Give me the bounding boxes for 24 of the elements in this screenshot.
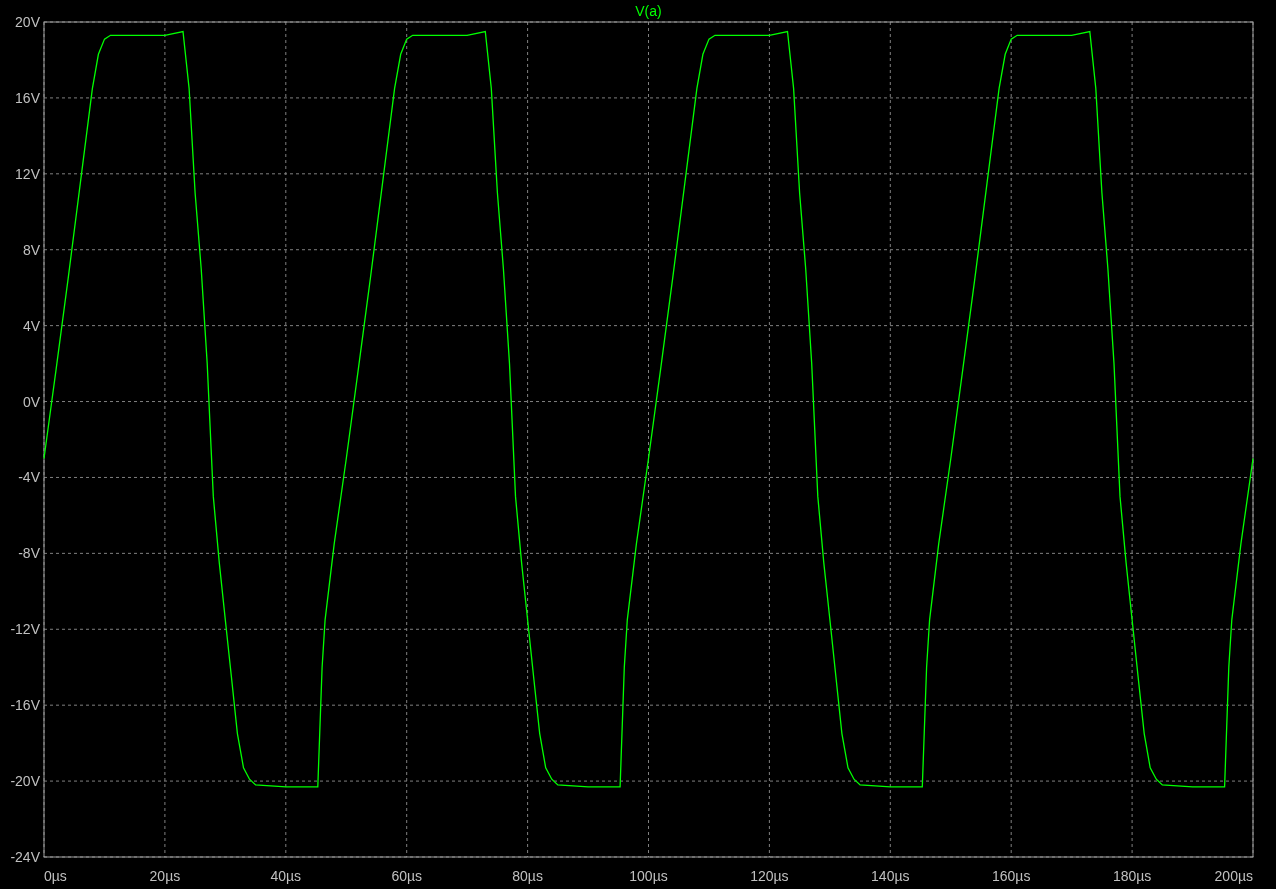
y-axis-label: 20V bbox=[15, 14, 40, 30]
y-axis-label: -24V bbox=[10, 849, 40, 865]
trace-label: V(a) bbox=[635, 3, 662, 19]
x-axis-label: 20µs bbox=[149, 868, 181, 884]
x-axis-label: 80µs bbox=[512, 868, 543, 884]
x-axis-label: 180µs bbox=[1112, 868, 1152, 884]
x-axis-label: 160µs bbox=[992, 868, 1031, 884]
x-axis-label: 120µs bbox=[750, 868, 789, 884]
y-axis-label: -16V bbox=[10, 697, 40, 714]
y-axis-label: 4V bbox=[22, 317, 40, 334]
x-axis-label: 60µs bbox=[391, 868, 422, 884]
x-axis-label: 40µs bbox=[270, 868, 302, 884]
x-axis-label: 100µs bbox=[629, 868, 668, 884]
x-axis-label: 200µs bbox=[1214, 868, 1253, 884]
x-axis-label: 140µs bbox=[871, 868, 910, 884]
y-axis-label: 12V bbox=[15, 165, 40, 182]
y-axis-label: -8V bbox=[18, 545, 40, 562]
y-axis-label: -4V bbox=[18, 469, 40, 486]
y-axis-label: 16V bbox=[15, 89, 40, 106]
y-axis-label: 8V bbox=[22, 241, 40, 258]
y-axis-label: -20V bbox=[10, 773, 40, 790]
y-axis-label: 0V bbox=[22, 393, 40, 410]
y-axis-label: -12V bbox=[10, 621, 40, 638]
x-axis-label: 0µs bbox=[44, 868, 67, 884]
